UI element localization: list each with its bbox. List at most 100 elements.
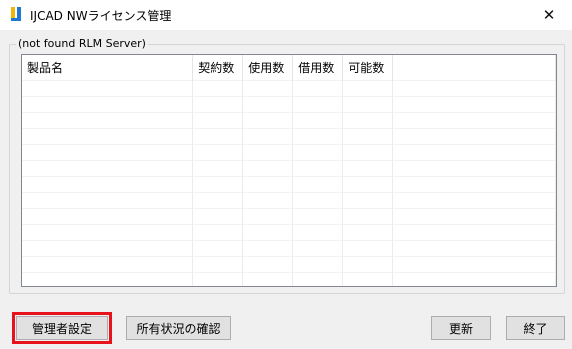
- empty-grid-cell: [242, 176, 294, 193]
- empty-grid-cell: [242, 208, 294, 225]
- empty-grid-cell: [22, 272, 194, 286]
- empty-grid-cell: [22, 208, 194, 225]
- empty-grid-cell: [192, 208, 244, 225]
- title-bar: IJCAD NWライセンス管理 ✕: [0, 0, 572, 30]
- empty-grid-cell: [292, 112, 344, 129]
- empty-grid-cell: [342, 144, 394, 161]
- empty-grid-cell: [192, 128, 244, 145]
- empty-grid-cell: [22, 224, 194, 241]
- empty-grid-cell: [242, 96, 294, 113]
- empty-grid-row: [22, 160, 556, 177]
- empty-grid-cell: [22, 256, 194, 273]
- empty-grid-row: [22, 208, 556, 225]
- empty-grid-cell: [342, 256, 394, 273]
- empty-grid-row: [22, 224, 556, 241]
- empty-grid-cell: [192, 240, 244, 257]
- table-header-row: 製品名 契約数 使用数 借用数 可能数: [22, 55, 556, 81]
- empty-grid-cell: [22, 96, 194, 113]
- empty-grid-cell: [392, 224, 556, 241]
- empty-grid-row: [22, 80, 556, 97]
- empty-grid-cell: [392, 272, 556, 286]
- empty-grid-cell: [192, 144, 244, 161]
- empty-grid-cell: [342, 224, 394, 241]
- refresh-button[interactable]: 更新: [431, 316, 491, 340]
- empty-grid-cell: [22, 160, 194, 177]
- close-icon: ✕: [542, 6, 556, 24]
- empty-grid-cell: [392, 96, 556, 113]
- empty-grid-cell: [242, 112, 294, 129]
- empty-grid-cell: [392, 240, 556, 257]
- empty-grid-row: [22, 176, 556, 193]
- empty-grid-cell: [192, 160, 244, 177]
- empty-grid-cell: [342, 192, 394, 209]
- empty-grid-cell: [392, 208, 556, 225]
- empty-grid-cell: [192, 112, 244, 129]
- empty-grid-cell: [342, 80, 394, 97]
- empty-grid-cell: [242, 256, 294, 273]
- column-header-available-count[interactable]: 可能数: [342, 55, 394, 81]
- column-header-contract-count[interactable]: 契約数: [192, 55, 244, 81]
- empty-grid-row: [22, 256, 556, 273]
- empty-grid-cell: [192, 176, 244, 193]
- empty-grid-cell: [392, 192, 556, 209]
- empty-grid-cell: [192, 224, 244, 241]
- empty-grid-cell: [22, 240, 194, 257]
- empty-grid-row: [22, 112, 556, 129]
- check-ownership-status-button[interactable]: 所有状況の確認: [126, 316, 231, 340]
- empty-grid-cell: [342, 160, 394, 177]
- window-title: IJCAD NWライセンス管理: [30, 9, 172, 23]
- empty-grid-cell: [242, 224, 294, 241]
- empty-grid-cell: [342, 272, 394, 286]
- empty-grid-cell: [292, 160, 344, 177]
- empty-grid-cell: [342, 128, 394, 145]
- empty-grid-cell: [292, 80, 344, 97]
- empty-grid-cell: [192, 80, 244, 97]
- empty-grid-cell: [392, 256, 556, 273]
- empty-grid-cell: [292, 176, 344, 193]
- close-button[interactable]: ✕: [526, 0, 572, 30]
- empty-grid-row: [22, 272, 556, 286]
- empty-grid-cell: [392, 144, 556, 161]
- empty-grid-cell: [242, 128, 294, 145]
- column-header-product-name[interactable]: 製品名: [22, 55, 194, 81]
- empty-grid-cell: [22, 80, 194, 97]
- empty-grid-cell: [292, 192, 344, 209]
- column-header-used-count[interactable]: 使用数: [242, 55, 294, 81]
- empty-grid-cell: [22, 128, 194, 145]
- empty-grid-cell: [292, 224, 344, 241]
- admin-settings-button[interactable]: 管理者設定: [12, 312, 112, 344]
- empty-grid-cell: [292, 144, 344, 161]
- license-list[interactable]: 製品名 契約数 使用数 借用数 可能数: [21, 54, 557, 287]
- empty-grid-cell: [292, 256, 344, 273]
- empty-grid-row: [22, 96, 556, 113]
- empty-grid-cell: [392, 112, 556, 129]
- empty-grid-cell: [192, 96, 244, 113]
- server-status-label: (not found RLM Server): [16, 37, 148, 50]
- empty-grid-cell: [342, 176, 394, 193]
- empty-grid-cell: [392, 80, 556, 97]
- license-table: 製品名 契約数 使用数 借用数 可能数: [22, 55, 556, 286]
- empty-grid-cell: [392, 176, 556, 193]
- empty-grid-cell: [292, 96, 344, 113]
- empty-grid-cell: [292, 208, 344, 225]
- empty-grid-cell: [342, 208, 394, 225]
- empty-grid-cell: [242, 80, 294, 97]
- empty-grid-cell: [342, 112, 394, 129]
- empty-grid-cell: [22, 176, 194, 193]
- exit-button[interactable]: 終了: [506, 316, 565, 340]
- column-header-borrowed-count[interactable]: 借用数: [292, 55, 344, 81]
- empty-grid-cell: [342, 96, 394, 113]
- empty-grid-row: [22, 192, 556, 209]
- empty-grid-cell: [192, 192, 244, 209]
- empty-grid-cell: [292, 128, 344, 145]
- empty-grid-cell: [392, 160, 556, 177]
- license-table-body: [22, 80, 556, 286]
- empty-grid-row: [22, 240, 556, 257]
- empty-grid-cell: [242, 144, 294, 161]
- empty-grid-row: [22, 128, 556, 145]
- empty-grid-cell: [22, 192, 194, 209]
- ijcad-app-icon: [11, 7, 21, 21]
- column-header-filler: [392, 55, 556, 81]
- empty-grid-cell: [342, 240, 394, 257]
- empty-grid-cell: [22, 144, 194, 161]
